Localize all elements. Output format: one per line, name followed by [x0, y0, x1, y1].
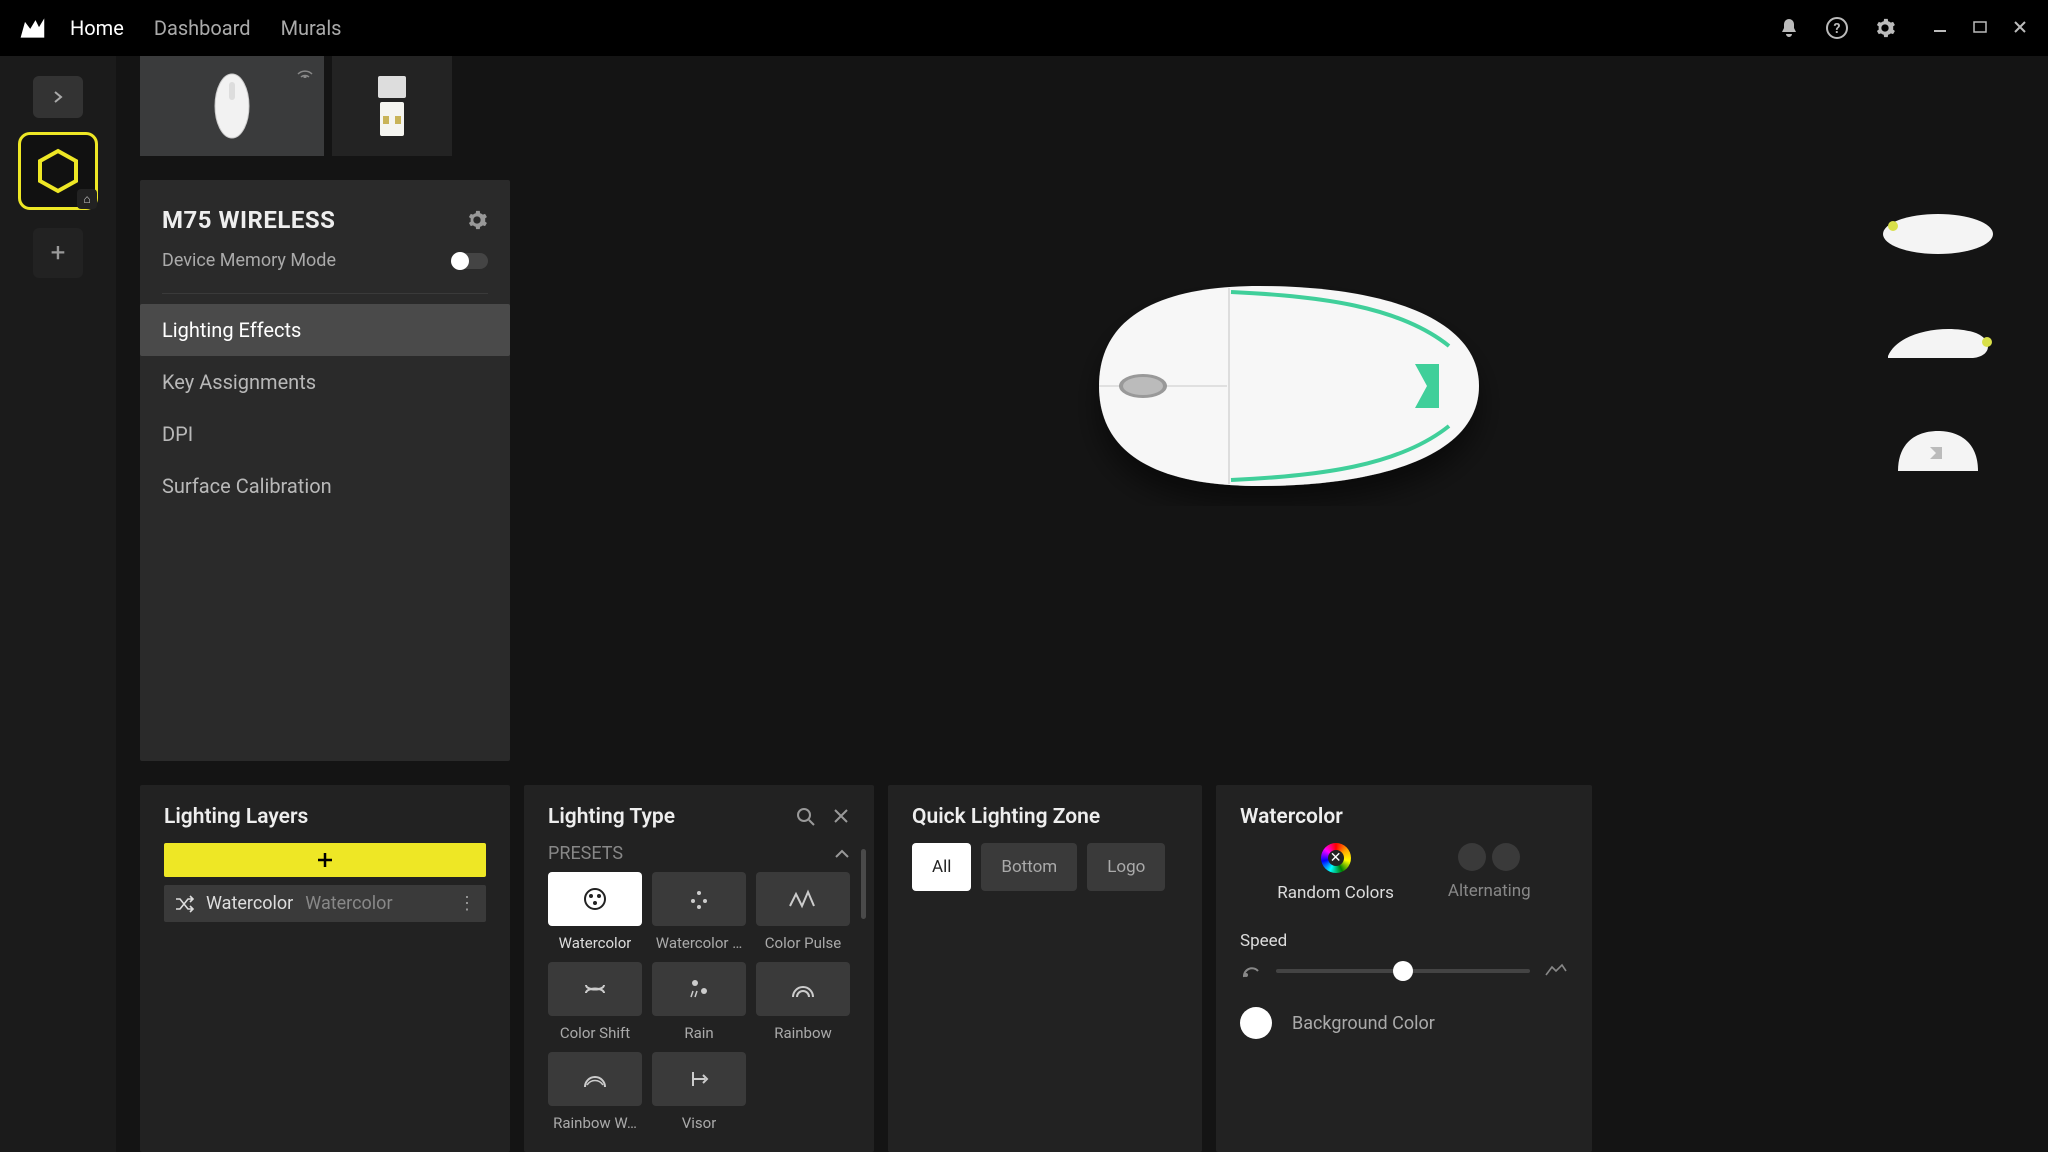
- svg-text:?: ?: [1834, 21, 1841, 37]
- memory-mode-label: Device Memory Mode: [162, 250, 336, 271]
- preset-rain[interactable]: [652, 962, 746, 1016]
- background-color-label: Background Color: [1292, 1013, 1435, 1034]
- preset-watercolor[interactable]: [548, 872, 642, 926]
- background-color-swatch[interactable]: [1240, 1007, 1272, 1039]
- zone-all-button[interactable]: All: [912, 843, 971, 891]
- preset-watercolor-2[interactable]: [652, 872, 746, 926]
- speed-label: Speed: [1240, 931, 1568, 951]
- add-profile-button[interactable]: +: [33, 228, 83, 278]
- device-viewer: [510, 156, 2048, 761]
- layer-menu-button[interactable]: ⋮: [458, 893, 476, 914]
- fast-icon: [1544, 963, 1568, 979]
- lighting-type-panel: Lighting Type PRESETS Watercolor Waterco…: [524, 785, 874, 1152]
- layer-name: Watercolor: [206, 893, 293, 914]
- view-angle-1[interactable]: [1868, 196, 2008, 266]
- effect-settings-panel: Watercolor ✕ Random Colors Alternating: [1216, 785, 1592, 1152]
- zone-bottom-button[interactable]: Bottom: [981, 843, 1077, 891]
- mouse-top-view: [1039, 256, 1519, 516]
- device-title: M75 WIRELESS: [162, 206, 335, 234]
- preset-rainbow[interactable]: [756, 962, 850, 1016]
- nav-home[interactable]: Home: [70, 16, 124, 40]
- nav-dashboard[interactable]: Dashboard: [154, 16, 251, 40]
- speed-slider[interactable]: [1276, 969, 1530, 973]
- layer-row[interactable]: Watercolor Watercolor ⋮: [164, 885, 486, 922]
- help-icon[interactable]: ?: [1826, 17, 1848, 39]
- layer-effect: Watercolor: [305, 893, 392, 914]
- add-layer-button[interactable]: [164, 843, 486, 877]
- preset-color-pulse[interactable]: [756, 872, 850, 926]
- menu-dpi[interactable]: DPI: [140, 408, 510, 460]
- nav-murals[interactable]: Murals: [281, 16, 342, 40]
- device-thumb-mouse[interactable]: [140, 56, 324, 156]
- rail-expand-button[interactable]: [33, 76, 83, 118]
- device-thumbnails: [116, 56, 2048, 156]
- random-colors-option[interactable]: ✕ Random Colors: [1277, 843, 1394, 903]
- device-panel: M75 WIRELESS Device Memory Mode Lighting…: [140, 180, 510, 761]
- home-badge-icon: ⌂: [77, 189, 97, 209]
- preset-visor[interactable]: [652, 1052, 746, 1106]
- quick-lighting-zone-panel: Quick Lighting Zone All Bottom Logo: [888, 785, 1202, 1152]
- nav: Home Dashboard Murals: [70, 16, 342, 40]
- scrollbar[interactable]: [861, 849, 866, 919]
- slow-icon: [1240, 963, 1262, 979]
- shuffle-icon: ✕: [1330, 850, 1342, 866]
- sidebar-rail: ⌂ +: [0, 56, 116, 1152]
- preset-color-shift[interactable]: [548, 962, 642, 1016]
- preset-rainbow-wave[interactable]: [548, 1052, 642, 1106]
- chevron-up-icon[interactable]: [834, 848, 850, 860]
- close-button[interactable]: [2012, 19, 2030, 37]
- view-angle-3[interactable]: [1868, 416, 2008, 486]
- menu-lighting-effects[interactable]: Lighting Effects: [140, 304, 510, 356]
- bell-icon[interactable]: [1778, 17, 1800, 39]
- window-controls: [1932, 19, 2030, 37]
- device-settings-button[interactable]: [466, 209, 488, 231]
- type-title: Lighting Type: [548, 805, 675, 829]
- device-thumb-dongle[interactable]: [332, 56, 452, 156]
- app-logo: [18, 16, 46, 40]
- wireless-icon: [296, 64, 314, 78]
- view-angle-2[interactable]: [1868, 306, 2008, 376]
- minimize-button[interactable]: [1932, 19, 1950, 37]
- zone-logo-button[interactable]: Logo: [1087, 843, 1165, 891]
- menu-surface-calibration[interactable]: Surface Calibration: [140, 460, 510, 512]
- settings-icon[interactable]: [1874, 17, 1896, 39]
- presets-label: PRESETS: [548, 843, 623, 864]
- lighting-layers-panel: Lighting Layers Watercolor Watercolor ⋮: [140, 785, 510, 1152]
- search-icon[interactable]: [796, 807, 816, 827]
- view-angle-thumbs: [1868, 196, 2008, 486]
- profile-button[interactable]: ⌂: [18, 132, 98, 210]
- zone-title: Quick Lighting Zone: [912, 805, 1100, 829]
- menu-key-assignments[interactable]: Key Assignments: [140, 356, 510, 408]
- maximize-button[interactable]: [1972, 19, 1990, 37]
- effect-title: Watercolor: [1240, 805, 1343, 829]
- shuffle-icon: [174, 895, 194, 913]
- memory-mode-toggle[interactable]: [452, 253, 488, 269]
- titlebar: Home Dashboard Murals ?: [0, 0, 2048, 56]
- layers-title: Lighting Layers: [164, 805, 308, 829]
- titlebar-right: ?: [1778, 17, 2030, 39]
- alternating-option[interactable]: Alternating: [1448, 843, 1531, 903]
- close-icon[interactable]: [832, 807, 850, 827]
